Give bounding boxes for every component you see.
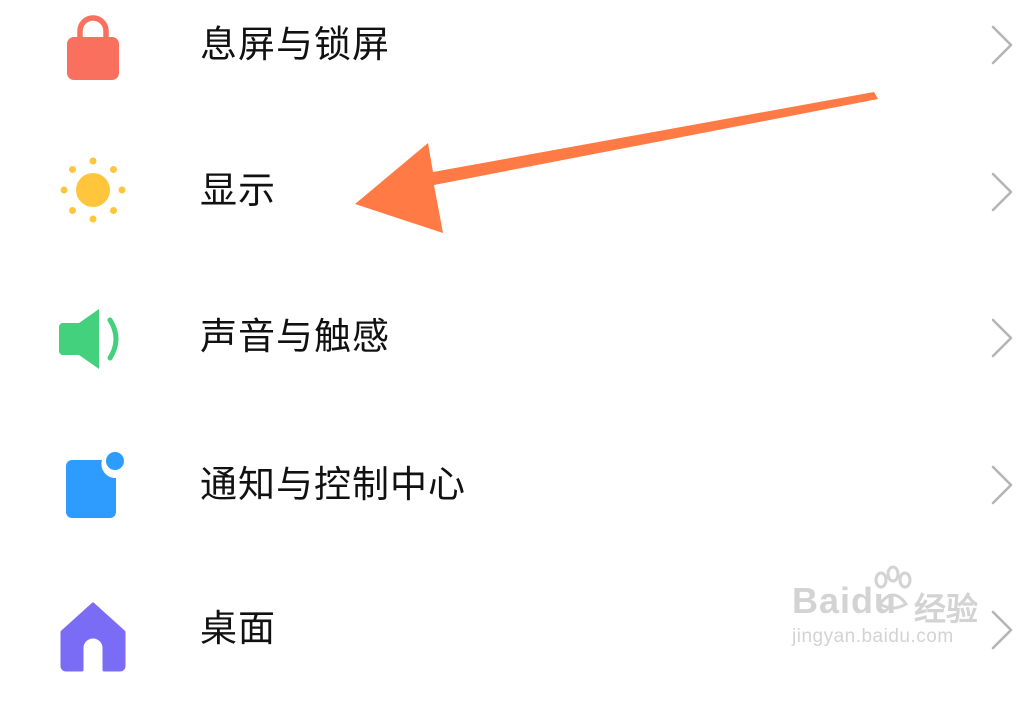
settings-item-notifications[interactable]: 通知与控制中心 [0, 412, 1033, 558]
settings-item-lock-screen[interactable]: 息屏与锁屏 [0, 0, 1033, 118]
settings-item-label: 显示 [200, 169, 276, 212]
settings-item-label: 声音与触感 [200, 315, 390, 358]
settings-item-display[interactable]: 显示 [0, 118, 1033, 264]
chevron-right-icon [991, 25, 1013, 65]
chevron-right-icon [991, 465, 1013, 505]
notification-icon [66, 452, 124, 518]
chevron-right-icon [991, 318, 1013, 358]
settings-item-label: 桌面 [200, 607, 276, 650]
settings-list: 息屏与锁屏 显示 声音与触感 通知与控制中心 桌面 [0, 0, 1033, 672]
settings-item-desktop[interactable]: 桌面 [0, 556, 1033, 702]
sun-icon [60, 157, 126, 223]
chevron-right-icon [991, 610, 1013, 650]
chevron-right-icon [991, 172, 1013, 212]
settings-item-label: 息屏与锁屏 [200, 23, 390, 66]
settings-item-sound[interactable]: 声音与触感 [0, 264, 1033, 410]
home-icon [60, 602, 126, 672]
settings-item-label: 通知与控制中心 [200, 463, 466, 506]
speaker-icon [59, 309, 119, 369]
lock-icon [67, 15, 119, 80]
